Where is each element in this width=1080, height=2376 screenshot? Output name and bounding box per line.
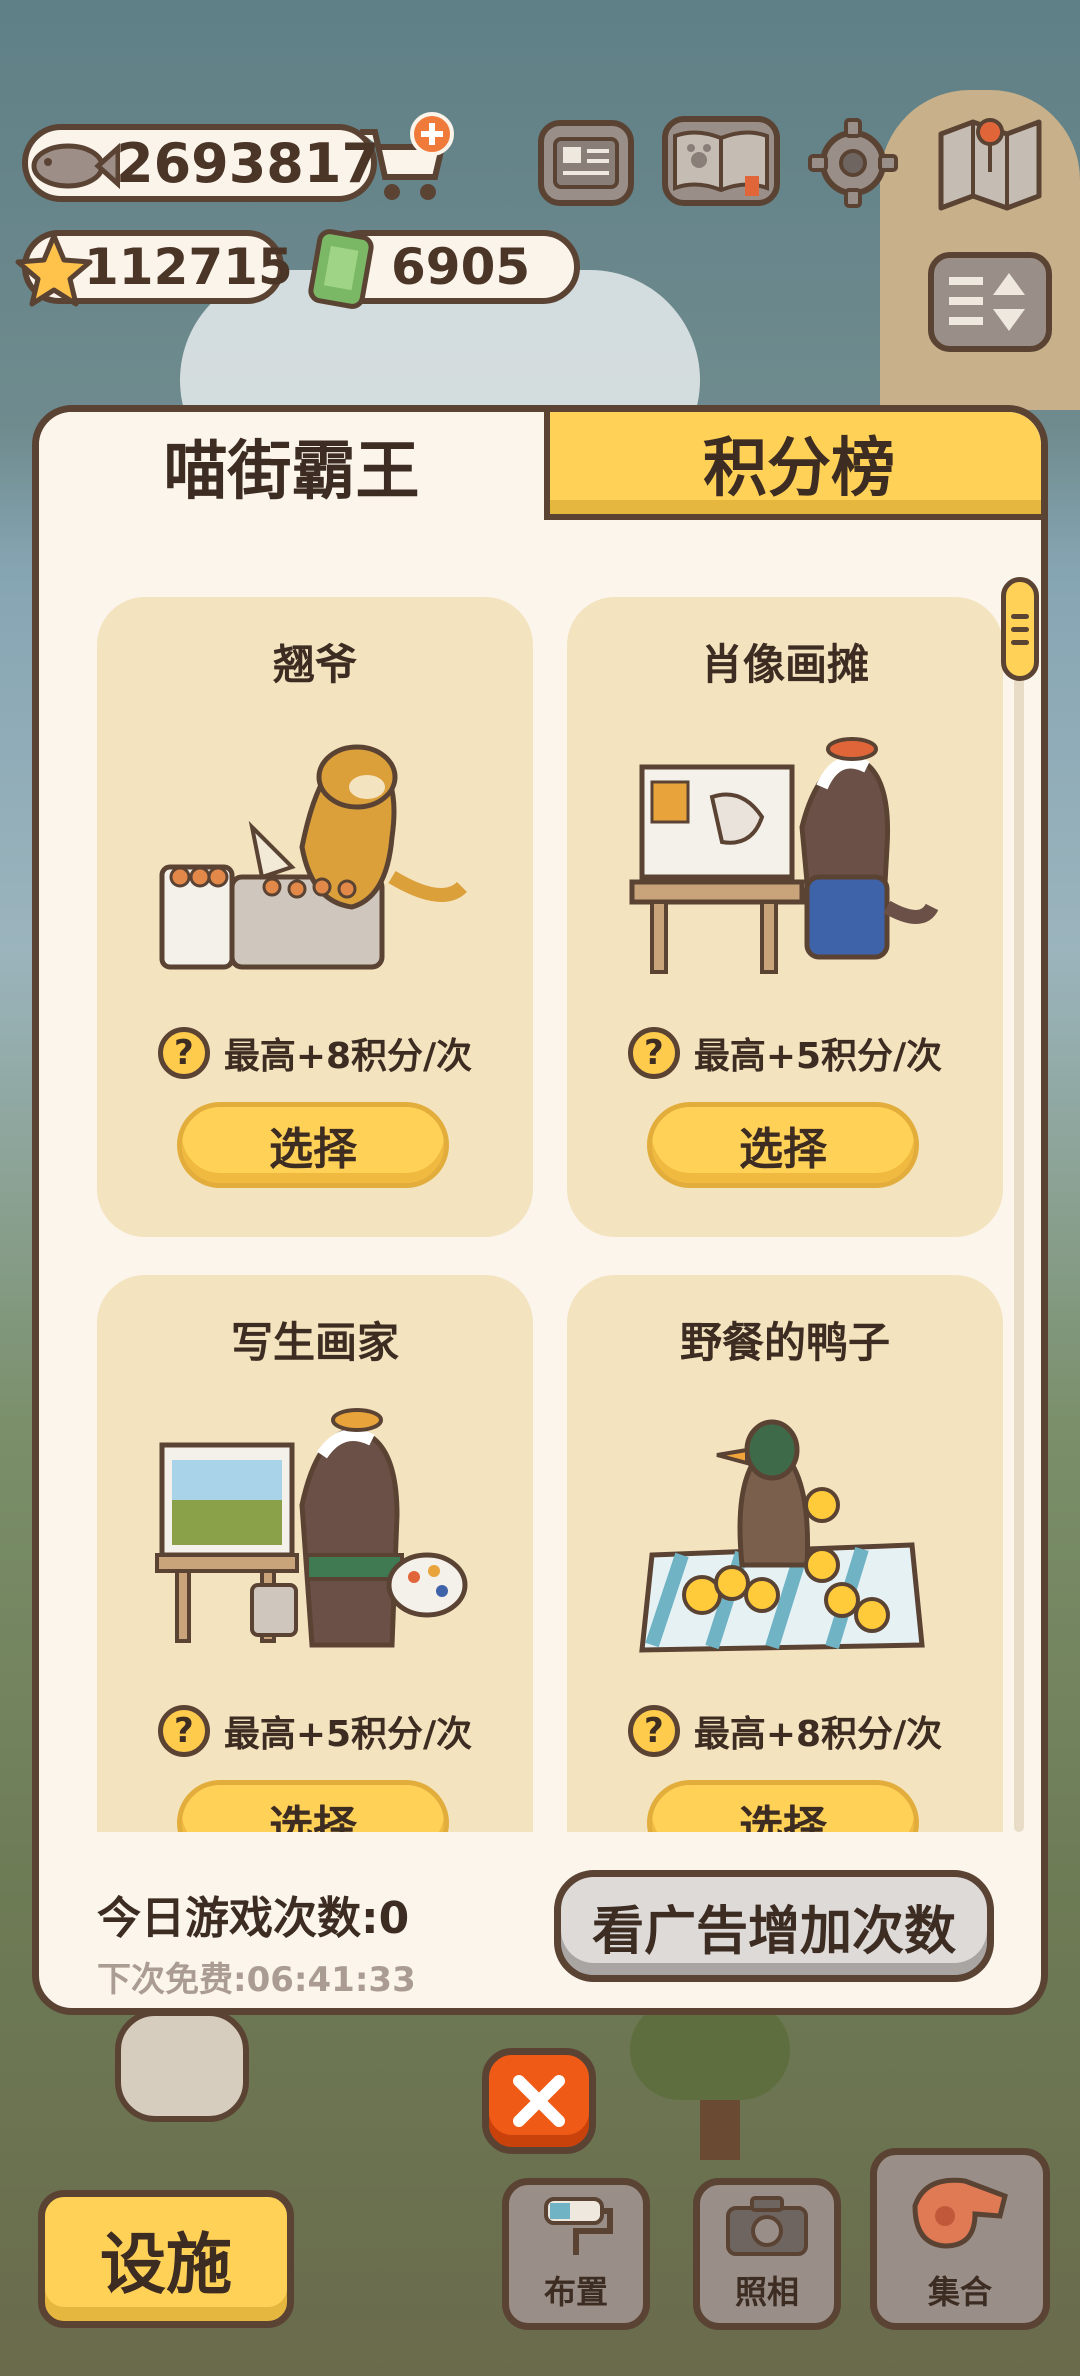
cart-plus-icon[interactable]	[350, 112, 460, 212]
game-card-portrait-stall: 肖像画摊 ? 最高+5积分/次 选择	[567, 597, 1003, 1237]
card-title: 翘爷	[272, 640, 357, 689]
layout-button[interactable]: 布置	[502, 2178, 650, 2330]
question-icon[interactable]: ?	[157, 1705, 210, 1757]
card-info: ? 最高+8积分/次	[97, 1027, 533, 1079]
question-icon[interactable]: ?	[627, 1705, 680, 1757]
tab-points-ranking[interactable]: 积分榜	[544, 412, 1041, 520]
select-button[interactable]: 选择	[177, 1780, 449, 1832]
background-bush	[630, 2000, 790, 2100]
badger-painter-illustration	[155, 1408, 468, 1648]
card-info: ? 最高+8积分/次	[567, 1705, 1003, 1757]
sort-icon	[949, 273, 1025, 331]
watch-ad-button[interactable]: 看广告增加次数	[554, 1870, 994, 1982]
game-card-qiaoye: 翘爷 ? 最高+8积分/次 选择	[97, 597, 533, 1237]
ticket-counter: 6905	[308, 229, 580, 309]
select-button[interactable]: 选择	[647, 1780, 919, 1832]
scrollbar-track[interactable]	[1014, 592, 1024, 1832]
facility-button[interactable]: 设施	[38, 2190, 294, 2328]
paw-book-button[interactable]	[662, 116, 780, 206]
paw-book-icon	[673, 130, 769, 196]
sort-button[interactable]	[928, 252, 1052, 352]
map-icon	[938, 118, 1042, 211]
card-title: 野餐的鸭子	[679, 1318, 890, 1367]
tab-street-king[interactable]: 喵街霸王	[39, 412, 544, 520]
badger-portrait-illustration	[629, 737, 939, 974]
otter-vendor-illustration	[159, 744, 467, 970]
gear-icon	[808, 118, 898, 208]
map-button[interactable]	[935, 114, 1045, 214]
game-card-list[interactable]: 翘爷 ? 最高+8积分/次 选择 肖像画摊 ? 最高+5积分/次 选择 写生画家…	[39, 572, 1041, 1832]
gather-label: 集合	[927, 2273, 992, 2311]
next-free-timer: 下次免费:06:41:33	[97, 1960, 416, 2000]
fish-coin-value: 2693817	[116, 131, 380, 195]
news-icon	[553, 137, 619, 189]
card-title: 写生画家	[230, 1318, 399, 1367]
games-today-count: 今日游戏次数:0	[97, 1893, 410, 1944]
star-icon	[14, 230, 94, 314]
background-paw-sign	[115, 2010, 249, 2122]
game-card-sketch-painter: 写生画家 ? 最高+5积分/次 选择	[97, 1275, 533, 1832]
card-info: ? 最高+5积分/次	[567, 1027, 1003, 1079]
card-info: ? 最高+5积分/次	[97, 1705, 533, 1757]
ticket-value: 6905	[391, 238, 531, 296]
card-points: 最高+5积分/次	[693, 1036, 943, 1077]
leaderboard-panel: 喵街霸王 积分榜 翘爷 ? 最高+8积分/次 选择 肖像画摊 ? 最高+5积分/…	[32, 405, 1048, 2015]
question-icon[interactable]: ?	[627, 1027, 680, 1079]
star-counter: 112715	[15, 230, 293, 307]
card-points: 最高+8积分/次	[693, 1714, 943, 1755]
play-count-info: 今日游戏次数:0 下次免费:06:41:33	[97, 1882, 416, 2001]
close-icon	[513, 2075, 565, 2127]
camera-icon	[726, 2196, 808, 2256]
layout-label: 布置	[543, 2273, 608, 2311]
card-title: 肖像画摊	[700, 640, 869, 689]
close-button[interactable]	[482, 2048, 596, 2154]
scrollbar-thumb[interactable]	[1001, 577, 1039, 681]
fish-icon	[22, 126, 121, 208]
settings-button[interactable]	[808, 118, 898, 208]
card-points: 最高+8积分/次	[223, 1036, 473, 1077]
star-value: 112715	[84, 238, 293, 296]
whistle-icon	[912, 2177, 1008, 2249]
photo-label: 照相	[734, 2273, 799, 2311]
select-button[interactable]: 选择	[647, 1102, 919, 1188]
gather-button[interactable]: 集合	[870, 2148, 1050, 2330]
select-button[interactable]: 选择	[177, 1102, 449, 1188]
photo-button[interactable]: 照相	[693, 2178, 841, 2330]
duck-picnic-illustration	[639, 1419, 925, 1653]
ticket-icon	[307, 226, 377, 316]
card-points: 最高+5积分/次	[223, 1714, 473, 1755]
question-icon[interactable]: ?	[157, 1027, 210, 1079]
game-card-picnic-duck: 野餐的鸭子 ? 最高+8积分/次 选择	[567, 1275, 1003, 1832]
paint-roller-icon	[544, 2197, 613, 2255]
news-button[interactable]	[538, 120, 634, 206]
fish-coin-counter: 2693817	[22, 124, 380, 202]
